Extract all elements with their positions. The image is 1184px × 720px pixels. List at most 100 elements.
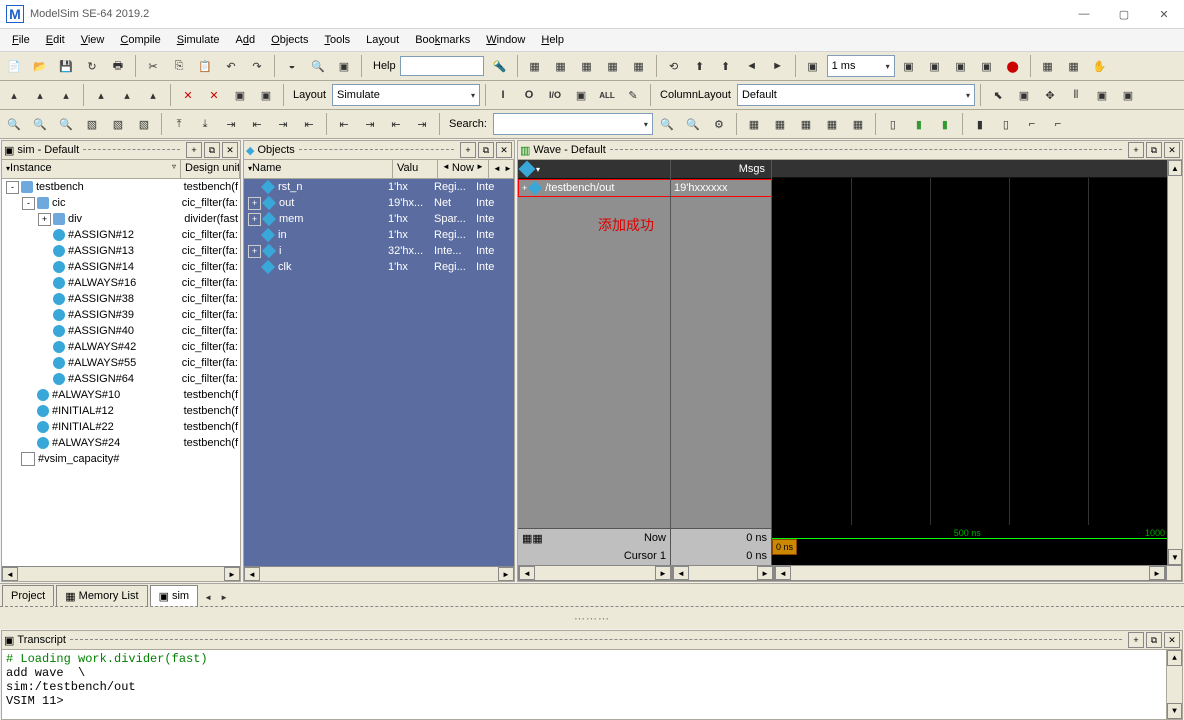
wave-plot-hscroll[interactable]: ◄► xyxy=(774,565,1166,581)
zoomout-icon[interactable]: 🔍 xyxy=(28,112,52,136)
zoom-icon[interactable]: ▣ xyxy=(1012,83,1036,107)
panel-close-button[interactable]: ✕ xyxy=(496,142,512,158)
expand-icon[interactable]: + xyxy=(38,213,51,226)
sim-hscroll[interactable]: ◄► xyxy=(2,566,240,581)
menu-view[interactable]: View xyxy=(73,32,113,48)
compile-icon[interactable]: ▦ xyxy=(523,54,547,78)
tree-node[interactable]: -ciccic_filter(fa: xyxy=(2,195,240,211)
edge5-icon[interactable]: ⇥ xyxy=(271,112,295,136)
zoomin-icon[interactable]: 🔍 xyxy=(2,112,26,136)
search-dropdown[interactable]: ▾ xyxy=(493,113,653,135)
cursor2-icon[interactable]: ▴ xyxy=(28,83,52,107)
scroll-right-icon[interactable]: ► xyxy=(498,567,514,581)
nav3-icon[interactable]: ⇤ xyxy=(384,112,408,136)
menu-window[interactable]: Window xyxy=(478,32,533,48)
wave-values-hscroll[interactable]: ◄► xyxy=(672,565,774,581)
fmt2-icon[interactable]: ▦ xyxy=(768,112,792,136)
tab-sim[interactable]: ▣sim xyxy=(150,585,199,606)
redo-icon[interactable]: ↷ xyxy=(245,54,269,78)
fmt4-icon[interactable]: ▦ xyxy=(820,112,844,136)
cut-icon[interactable]: ✂ xyxy=(141,54,165,78)
view1-icon[interactable]: ▯ xyxy=(881,112,905,136)
nav4-icon[interactable]: ⇥ xyxy=(410,112,434,136)
expand-icon[interactable]: - xyxy=(22,197,35,210)
i-button[interactable]: I xyxy=(491,83,515,107)
simulate-icon[interactable]: ▦ xyxy=(601,54,625,78)
wave-vscroll[interactable]: ▲ ▼ xyxy=(1167,160,1182,565)
search-prev-icon[interactable]: 🔍 xyxy=(655,112,679,136)
tree-node[interactable]: #ASSIGN#14cic_filter(fa: xyxy=(2,259,240,275)
mark2-icon[interactable]: ✕ xyxy=(202,83,226,107)
scroll-right-icon[interactable]: ► xyxy=(1149,566,1165,580)
tree-node[interactable]: -testbenchtestbench(f xyxy=(2,179,240,195)
minimize-button[interactable]: — xyxy=(1064,0,1104,28)
layout-dropdown[interactable]: Simulate▾ xyxy=(332,84,480,106)
sig1-icon[interactable]: ▮ xyxy=(968,112,992,136)
sim-tree[interactable]: -testbenchtestbench(f-ciccic_filter(fa:+… xyxy=(2,179,240,566)
wave-icon[interactable]: ▦ xyxy=(1036,54,1060,78)
mark4-icon[interactable]: ▣ xyxy=(254,83,278,107)
expand-icon[interactable]: + xyxy=(248,245,261,258)
wave-names-hscroll[interactable]: ◄► xyxy=(518,565,672,581)
help-go-icon[interactable]: 🔦 xyxy=(488,54,512,78)
sig4-icon[interactable]: ⌐ xyxy=(1046,112,1070,136)
sig2-icon[interactable]: ▯ xyxy=(994,112,1018,136)
transcript-vscroll[interactable]: ▲▼ xyxy=(1166,650,1182,719)
pan-icon[interactable]: ✥ xyxy=(1038,83,1062,107)
menu-objects[interactable]: Objects xyxy=(263,32,316,48)
menu-help[interactable]: Help xyxy=(533,32,572,48)
transcript-body[interactable]: # Loading work.divider(fast)add wave \si… xyxy=(2,650,1182,719)
scroll-left-icon[interactable]: ◄ xyxy=(673,566,689,580)
break-icon[interactable]: ▦ xyxy=(627,54,651,78)
add-icon[interactable]: ◒ xyxy=(280,54,304,78)
group2-icon[interactable]: ▴ xyxy=(115,83,139,107)
fmt1-icon[interactable]: ▦ xyxy=(742,112,766,136)
group-icon[interactable]: ⫴ xyxy=(1064,83,1088,107)
edit-icon[interactable]: ✎ xyxy=(621,83,645,107)
view2-icon[interactable]: ▮ xyxy=(907,112,931,136)
edge6-icon[interactable]: ⇤ xyxy=(297,112,321,136)
panel-add-button[interactable]: + xyxy=(1128,632,1144,648)
panel-add-button[interactable]: + xyxy=(186,142,202,158)
tree-node[interactable]: #ASSIGN#13cic_filter(fa: xyxy=(2,243,240,259)
internal-button[interactable]: ▣ xyxy=(569,83,593,107)
expand-icon[interactable]: + xyxy=(248,213,261,226)
wave-plot[interactable]: 500 ns 1000 0 ns xyxy=(771,160,1167,565)
menu-add[interactable]: Add xyxy=(228,32,264,48)
help-input[interactable] xyxy=(400,56,484,76)
find-icon[interactable]: 🔍 xyxy=(306,54,330,78)
panel-dock-button[interactable]: ⧉ xyxy=(478,142,494,158)
print-icon[interactable]: 🖶 xyxy=(106,54,130,78)
paste-icon[interactable]: 📋 xyxy=(193,54,217,78)
up-icon[interactable]: ⬆ xyxy=(688,54,712,78)
panel-dock-button[interactable]: ⧉ xyxy=(204,142,220,158)
panel-add-button[interactable]: + xyxy=(1128,142,1144,158)
scroll-left-icon[interactable]: ◄ xyxy=(2,567,18,581)
col-kind[interactable]: ◄Now► xyxy=(438,160,489,178)
tree-node[interactable]: #ASSIGN#39cic_filter(fa: xyxy=(2,307,240,323)
expand-icon[interactable]: - xyxy=(6,181,19,194)
search-next-icon[interactable]: 🔍 xyxy=(681,112,705,136)
tree-node[interactable]: +divdivider(fast xyxy=(2,211,240,227)
tree-node[interactable]: #ALWAYS#24testbench(f xyxy=(2,435,240,451)
menu-tools[interactable]: Tools xyxy=(316,32,358,48)
run-icon[interactable]: ▣ xyxy=(897,54,921,78)
open-icon[interactable]: 📂 xyxy=(28,54,52,78)
wave-signal-row[interactable]: + /testbench/out xyxy=(518,179,670,197)
combine-icon[interactable]: ▣ xyxy=(1090,83,1114,107)
stop-icon[interactable]: ⬤ xyxy=(1001,54,1025,78)
edge3-icon[interactable]: ⇥ xyxy=(219,112,243,136)
scroll-right-icon[interactable]: ► xyxy=(655,566,671,580)
break2-icon[interactable]: ▣ xyxy=(975,54,999,78)
search-opts-icon[interactable]: ⚙ xyxy=(707,112,731,136)
new-icon[interactable]: 📄 xyxy=(2,54,26,78)
maximize-button[interactable]: ▢ xyxy=(1104,0,1144,28)
scroll-right-icon[interactable]: ► xyxy=(757,566,773,580)
tab-memory-list[interactable]: ▦Memory List xyxy=(56,585,147,606)
select-icon[interactable]: ⬉ xyxy=(986,83,1010,107)
chevron-down-icon[interactable]: ▾ xyxy=(536,165,540,174)
object-row[interactable]: +out19'hx...NetInte xyxy=(244,195,514,211)
step-icon[interactable]: ▣ xyxy=(801,54,825,78)
all-button[interactable]: ALL xyxy=(595,83,619,107)
panel-close-button[interactable]: ✕ xyxy=(1164,632,1180,648)
